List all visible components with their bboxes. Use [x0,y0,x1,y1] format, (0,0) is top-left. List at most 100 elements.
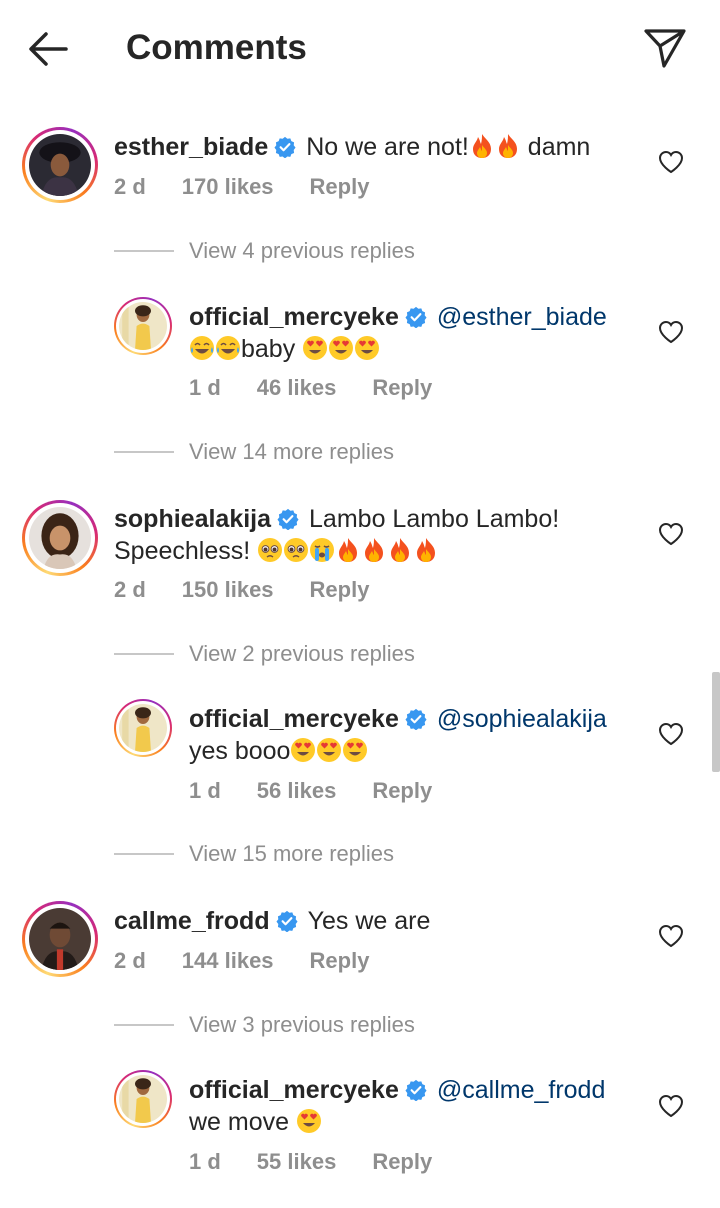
crying-emoji-icon [309,537,335,563]
divider-line [114,451,174,453]
comment-username[interactable]: esther_biade [114,133,268,161]
mention-link[interactable]: @callme_frodd [437,1076,606,1104]
fire-emoji-icon [387,537,413,563]
reply-button[interactable]: Reply [310,576,370,604]
scrollbar[interactable] [712,672,720,772]
comment-body: Yes we are [307,907,431,935]
view-previous-replies[interactable]: View 3 previous replies [114,1010,514,1040]
heart-outline-icon[interactable] [658,320,684,344]
reply-time: 1 d [189,1149,221,1174]
profile-photo [119,302,167,350]
verified-badge-icon [274,136,296,158]
mention-link[interactable]: @sophiealakija [437,705,607,733]
back-button[interactable] [24,26,74,72]
comment-meta: 2 d 144 likes Reply [114,947,369,975]
header-bar: Comments [0,0,720,96]
reply-text: official_mercyeke @callme_frodd we move [189,1074,639,1138]
joy-emoji-icon [215,335,241,361]
comment-time: 2 d [114,577,146,602]
profile-photo [119,704,167,752]
reply-text: official_mercyeke @esther_biadebaby [189,301,639,365]
comment-likes[interactable]: 144 likes [182,947,274,975]
heart-eyes-emoji-icon [316,737,342,763]
view-more-replies[interactable]: View 14 more replies [114,437,514,467]
reply-meta: 1 d 55 likes Reply [189,1148,432,1176]
reply-meta: 1 d 56 likes Reply [189,777,432,805]
comment-text: esther_biade No we are not! damn [114,131,644,163]
heart-eyes-emoji-icon [302,335,328,361]
heart-outline-icon[interactable] [658,150,684,174]
comment-body-end: damn [527,133,591,161]
avatar[interactable] [114,699,172,757]
heart-outline-icon[interactable] [658,924,684,948]
reply-username[interactable]: official_mercyeke [189,1076,399,1104]
reply-button[interactable]: Reply [372,374,432,402]
reply-body: baby [241,335,296,363]
heart-outline-icon[interactable] [658,1094,684,1118]
heart-eyes-emoji-icon [296,1108,322,1134]
comment-body: No we are not! [306,133,469,161]
reply-body: yes booo [189,737,291,765]
divider-line [114,653,174,655]
reply-username[interactable]: official_mercyeke [189,705,399,733]
verified-badge-icon [405,1079,427,1101]
reply-likes[interactable]: 46 likes [257,374,337,402]
profile-photo [119,1075,167,1123]
heart-outline-icon[interactable] [658,722,684,746]
avatar[interactable] [114,1070,172,1128]
reply-username[interactable]: official_mercyeke [189,303,399,331]
divider-line [114,250,174,252]
divider-line [114,853,174,855]
comment-username[interactable]: sophiealakija [114,505,271,533]
heart-outline-icon[interactable] [658,522,684,546]
avatar[interactable] [22,500,98,576]
reply-time: 1 d [189,778,221,803]
fire-emoji-icon [413,537,439,563]
view-previous-replies[interactable]: View 2 previous replies [114,639,514,669]
mention-link[interactable]: @esther_biade [437,303,607,331]
comment-text: callme_frodd Yes we are [114,905,644,937]
heart-eyes-emoji-icon [342,737,368,763]
fire-emoji-icon [469,133,495,159]
profile-photo [29,134,91,196]
reply-button[interactable]: Reply [310,173,370,201]
verified-badge-icon [276,910,298,932]
reply-button[interactable]: Reply [372,777,432,805]
fire-emoji-icon [361,537,387,563]
reply-time: 1 d [189,375,221,400]
arrow-left-icon [29,32,68,66]
reply-likes[interactable]: 56 likes [257,777,337,805]
avatar[interactable] [22,127,98,203]
reply-button[interactable]: Reply [310,947,370,975]
reply-likes[interactable]: 55 likes [257,1148,337,1176]
profile-photo [29,908,91,970]
divider-line [114,1024,174,1026]
heart-eyes-emoji-icon [328,335,354,361]
view-replies-label: View 2 previous replies [189,641,415,666]
heart-eyes-emoji-icon [354,335,380,361]
comment-likes[interactable]: 150 likes [182,576,274,604]
paper-plane-icon [644,29,686,68]
reply-button[interactable]: Reply [372,1148,432,1176]
view-replies-label: View 3 previous replies [189,1012,415,1037]
joy-emoji-icon [189,335,215,361]
pleading-emoji-icon [283,537,309,563]
comment-meta: 2 d 150 likes Reply [114,576,369,604]
view-previous-replies[interactable]: View 4 previous replies [114,236,514,266]
comment-time: 2 d [114,948,146,973]
reply-text: official_mercyeke @sophiealakija yes booo [189,703,639,767]
heart-eyes-emoji-icon [290,737,316,763]
avatar[interactable] [22,901,98,977]
view-replies-label: View 14 more replies [189,439,395,464]
view-replies-label: View 4 previous replies [189,238,415,263]
avatar[interactable] [114,297,172,355]
comment-meta: 2 d 170 likes Reply [114,173,369,201]
view-more-replies[interactable]: View 15 more replies [114,839,514,869]
fire-emoji-icon [335,537,361,563]
comment-username[interactable]: callme_frodd [114,907,270,935]
pleading-emoji-icon [257,537,283,563]
verified-badge-icon [405,306,427,328]
share-button[interactable] [640,24,690,72]
comment-likes[interactable]: 170 likes [182,173,274,201]
fire-emoji-icon [495,133,521,159]
